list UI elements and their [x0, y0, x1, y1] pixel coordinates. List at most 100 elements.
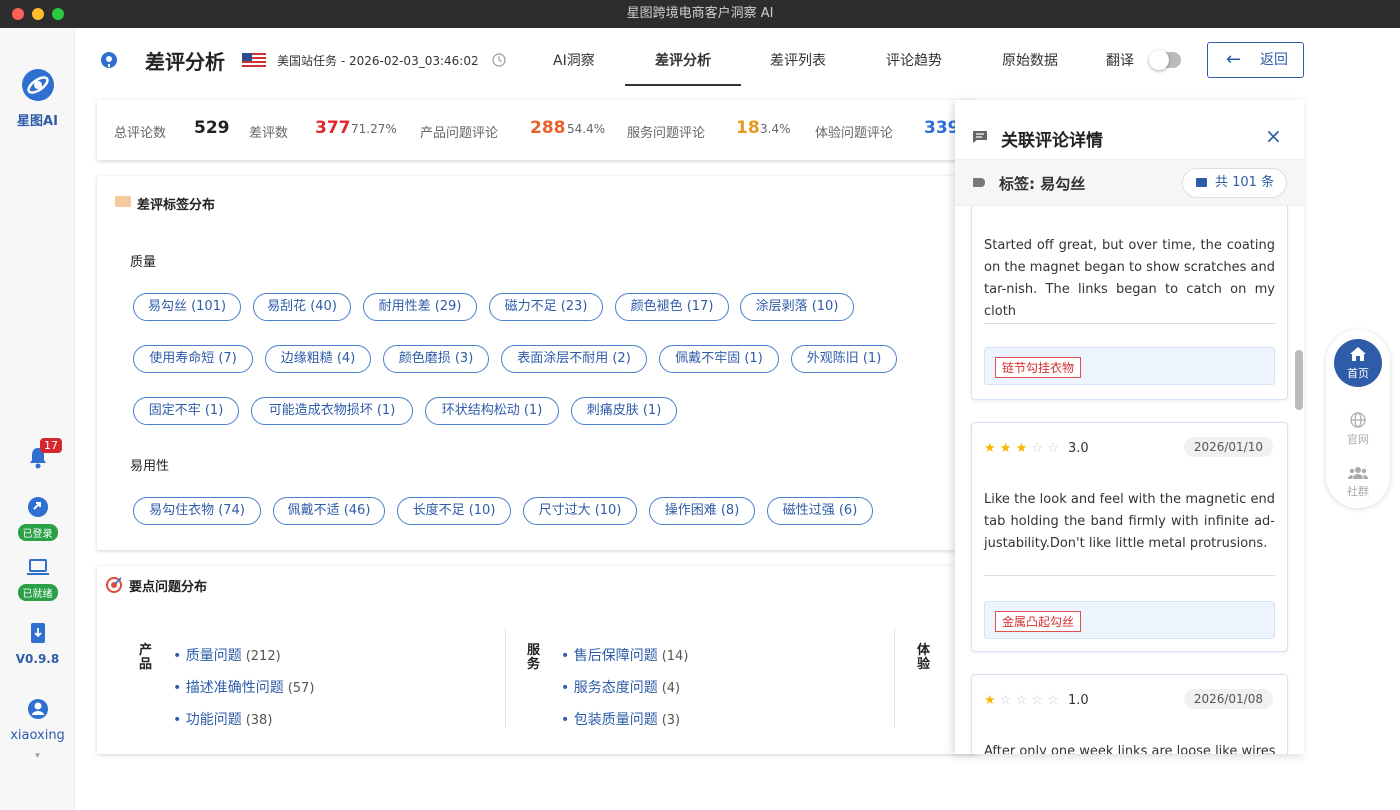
comment-small-icon: [1196, 178, 1207, 187]
issue-name: 描述准确性问题: [185, 680, 284, 696]
separator-dot: ·: [475, 52, 479, 66]
home-button[interactable]: 首页: [1334, 339, 1382, 387]
review-text: Started off great, but over time, the co…: [984, 238, 1275, 319]
panel-tag-bar: 标签: 易勾丝 共 101 条: [955, 160, 1304, 206]
window-title: 星图跨境电商客户洞察 AI: [626, 6, 774, 21]
tag-chip[interactable]: 佩戴不适 (46): [273, 497, 385, 525]
community-button[interactable]: 社群: [1334, 466, 1382, 499]
login-status-badge: 已登录: [17, 524, 58, 541]
comment-icon: [973, 131, 987, 143]
tag-chip[interactable]: 表面涂层不耐用 (2): [501, 345, 647, 373]
minimize-window-button[interactable]: [32, 8, 44, 20]
product-issues-value: 288: [530, 118, 566, 138]
review-card[interactable]: Started off great, but over time, the co…: [971, 206, 1288, 400]
tab-negative-analysis[interactable]: 差评分析: [625, 50, 741, 86]
tag-chip[interactable]: 涂层剥落 (10): [740, 293, 854, 321]
close-icon[interactable]: ×: [1265, 124, 1282, 148]
review-tag[interactable]: 链节勾挂衣物: [995, 357, 1082, 378]
review-count-label: 共 101 条: [1215, 175, 1275, 190]
tag-chip[interactable]: 易勾住衣物 (74): [133, 497, 261, 525]
review-date: 2026/01/10: [1183, 437, 1273, 457]
tag-chip[interactable]: 磁性过强 (6): [767, 497, 873, 525]
service-issues-label: 服务问题评论: [627, 126, 706, 141]
tag-chip[interactable]: 长度不足 (10): [397, 497, 511, 525]
sidebar: 星图AI 17 已登录 已就绪 V0.9.8 xiaoxing ▾: [0, 28, 75, 810]
review-tag[interactable]: 金属凸起勾丝: [995, 611, 1082, 632]
arrow-left-icon: ←: [1226, 49, 1242, 70]
floating-nav: 首页 官网 社群: [1326, 330, 1390, 508]
username: xiaoxing: [10, 728, 65, 743]
review-count-pill[interactable]: 共 101 条: [1182, 168, 1287, 198]
tag-chip[interactable]: 操作困难 (8): [649, 497, 755, 525]
maximize-window-button[interactable]: [52, 8, 64, 20]
tag-chip[interactable]: 易刮花 (40): [253, 293, 351, 321]
related-reviews-panel: 关联评论详情 × 标签: 易勾丝 共 101 条 Started off gre…: [955, 100, 1304, 754]
panel-scrollbar[interactable]: [1295, 350, 1303, 410]
tag-chip[interactable]: 颜色褪色 (17): [615, 293, 729, 321]
issue-name: 质量问题: [185, 648, 242, 664]
review-tag-box: 链节勾挂衣物: [984, 347, 1275, 385]
user-avatar-icon: [27, 699, 48, 719]
home-label: 首页: [1347, 367, 1369, 380]
review-text: After only one week links are loose like…: [984, 744, 1275, 754]
brand-logo[interactable]: 星图AI: [0, 68, 75, 129]
issue-link-function[interactable]: • 功能问题 (38): [173, 709, 272, 729]
version-label: V0.9.8: [15, 652, 60, 666]
ready-status[interactable]: 已就绪: [0, 558, 75, 601]
version-button[interactable]: V0.9.8: [0, 622, 75, 666]
tag-chip[interactable]: 易勾丝 (101): [133, 293, 241, 321]
issue-count: (3): [661, 713, 681, 728]
clock-icon[interactable]: [492, 53, 506, 67]
tag-chip[interactable]: 颜色磨损 (3): [383, 345, 489, 373]
back-button[interactable]: ← 返回: [1207, 42, 1304, 78]
issue-count: (57): [287, 681, 315, 696]
laptop-icon: [26, 559, 49, 575]
issue-link-packaging[interactable]: • 包装质量问题 (3): [561, 709, 680, 729]
tab-negative-list[interactable]: 差评列表: [770, 50, 826, 70]
review-card[interactable]: ★ ★ ★ ☆ ☆ 3.0 2026/01/10 Like the look a…: [971, 422, 1288, 652]
tag-chip[interactable]: 外观陈旧 (1): [791, 345, 897, 373]
tag-chip[interactable]: 使用寿命短 (7): [133, 345, 253, 373]
translate-label: 翻译: [1106, 53, 1134, 69]
user-menu[interactable]: xiaoxing ▾: [0, 698, 75, 762]
issue-count: (212): [245, 649, 281, 664]
issue-link-description[interactable]: • 描述准确性问题 (57): [173, 677, 314, 697]
tag-icon: [115, 196, 131, 207]
tab-ai-insight[interactable]: AI洞察: [553, 50, 595, 70]
review-list[interactable]: Started off great, but over time, the co…: [955, 206, 1304, 754]
website-button[interactable]: 官网: [1334, 412, 1382, 447]
translate-toggle[interactable]: [1149, 50, 1181, 70]
tab-raw-data[interactable]: 原始数据: [1002, 50, 1058, 70]
tab-review-trends[interactable]: 评论趋势: [886, 50, 942, 70]
tag-chip[interactable]: 固定不牢 (1): [133, 397, 239, 425]
tag-chip[interactable]: 磁力不足 (23): [489, 293, 603, 321]
experience-category-label: 体验: [917, 643, 931, 672]
chevron-down-icon[interactable]: ▾: [35, 751, 40, 761]
tag-chip[interactable]: 可能造成衣物损坏 (1): [251, 397, 413, 425]
issue-name: 包装质量问题: [573, 712, 658, 728]
rating-stars: ★ ★ ★ ☆ ☆: [984, 441, 1059, 456]
login-status[interactable]: 已登录: [0, 496, 75, 541]
tag-chip[interactable]: 环状结构松动 (1): [425, 397, 559, 425]
notifications-button[interactable]: 17: [0, 438, 75, 474]
issue-link-quality[interactable]: • 质量问题 (212): [173, 645, 281, 665]
column-divider: [894, 628, 895, 728]
tag-chip[interactable]: 刺痛皮肤 (1): [571, 397, 677, 425]
issue-link-after-sales[interactable]: • 售后保障问题 (14): [561, 645, 688, 665]
us-flag-icon: [242, 53, 266, 68]
link-icon: [27, 497, 48, 517]
tag-chip[interactable]: 耐用性差 (29): [363, 293, 477, 321]
panel-tag-label: 标签: 易勾丝: [999, 175, 1086, 193]
issue-link-attitude[interactable]: • 服务态度问题 (4): [561, 677, 680, 697]
page-title: 差评分析: [145, 50, 225, 74]
close-window-button[interactable]: [12, 8, 24, 20]
tag-chip[interactable]: 佩戴不牢固 (1): [659, 345, 779, 373]
product-issues-label: 产品问题评论: [420, 126, 499, 141]
tag-chip[interactable]: 边缘粗糙 (4): [265, 345, 371, 373]
review-card[interactable]: ★ ☆ ☆ ☆ ☆ 1.0 2026/01/08 After only one …: [971, 674, 1288, 754]
product-category-label: 产品: [139, 643, 153, 672]
tag-chip[interactable]: 尺寸过大 (10): [523, 497, 637, 525]
key-issues-card: 要点问题分布 产品 • 质量问题 (212) • 描述准确性问题 (57) • 功能…: [97, 566, 977, 754]
issue-count: (38): [245, 713, 273, 728]
insight-gear-icon: [101, 52, 117, 68]
